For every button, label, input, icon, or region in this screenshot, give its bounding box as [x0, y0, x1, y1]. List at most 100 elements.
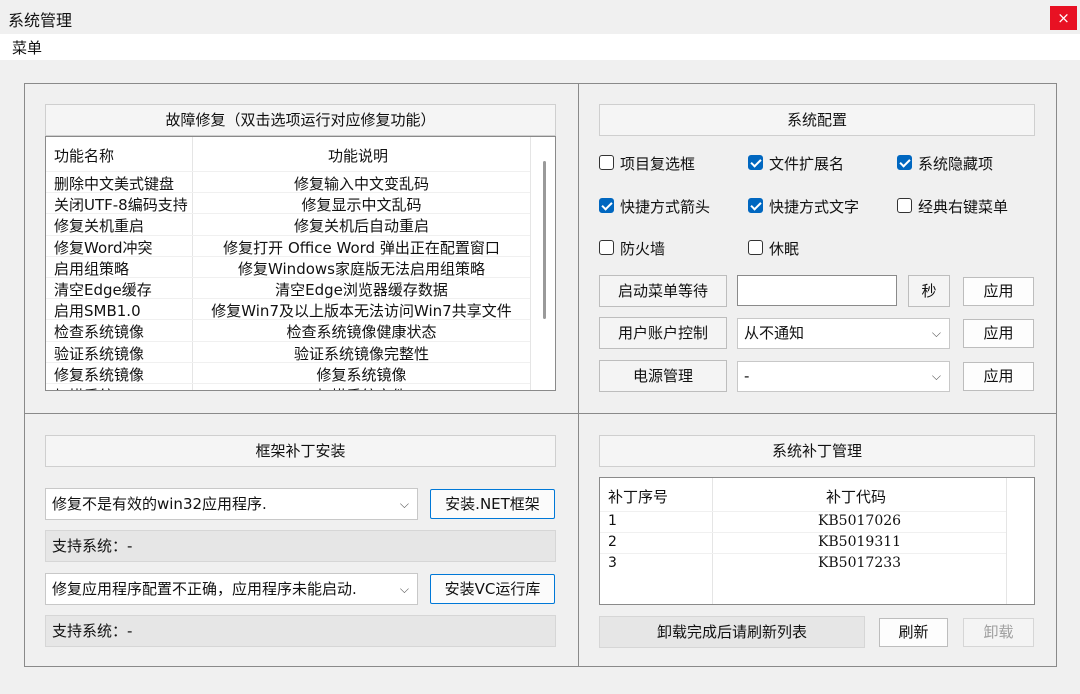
checkbox-unchecked-icon[interactable]	[897, 198, 912, 213]
checkbox-checked-icon[interactable]	[897, 155, 912, 170]
vertical-divider	[578, 83, 579, 667]
repair-row-name: 修复系统镜像	[54, 365, 145, 384]
power-select-value: -	[744, 367, 750, 385]
table-row[interactable]: 启用组策略 修复Windows家庭版无法启用组策略	[46, 255, 530, 278]
checkbox-label: 快捷方式文字	[769, 198, 860, 216]
chevron-down-icon: ⌵	[931, 369, 941, 383]
startup-wait-button[interactable]: 启动菜单等待	[599, 275, 727, 307]
repair-row-desc: 扫描系统文件	[193, 385, 530, 390]
close-button[interactable]: ×	[1050, 6, 1077, 30]
table-row[interactable]: 修复Word冲突 修复打开 Office Word 弹出正在配置窗口	[46, 234, 530, 257]
patch-row-code: KB5017026	[817, 513, 902, 529]
table-row[interactable]: 检查系统镜像 检查系统镜像健康状态	[46, 319, 530, 342]
table-row[interactable]: 验证系统镜像 验证系统镜像完整性	[46, 340, 530, 363]
patch-status-label: 卸载完成后请刷新列表	[599, 616, 865, 648]
checkbox-checked-icon[interactable]	[748, 155, 763, 170]
power-button[interactable]: 电源管理	[599, 360, 727, 392]
startup-apply-button[interactable]: 应用	[963, 277, 1034, 306]
net-select-value: 修复不是有效的win32应用程序.	[52, 495, 267, 513]
vc-select-value: 修复应用程序配置不正确，应用程序未能启动.	[52, 580, 357, 598]
checkbox-label: 系统隐藏项	[918, 155, 994, 173]
repair-row-name: 检查系统镜像	[54, 323, 145, 342]
startup-wait-input[interactable]	[737, 275, 897, 306]
column-separator	[1006, 478, 1007, 604]
repair-col-desc: 功能说明	[328, 147, 389, 165]
patch-col-code: 补丁代码	[826, 488, 887, 506]
config-header: 系统配置	[599, 104, 1035, 136]
repair-row-name: 关闭UTF-8编码支持	[54, 196, 188, 215]
checkbox-unchecked-icon[interactable]	[748, 240, 763, 255]
table-row[interactable]: 2 KB5019311	[600, 532, 1006, 553]
repair-row-name: 删除中文美式键盘	[54, 175, 175, 193]
checkbox-label: 文件扩展名	[769, 155, 845, 173]
table-row[interactable]: 修复关机重启 修复关机后自动重启	[46, 213, 530, 236]
checkbox-label: 快捷方式箭头	[620, 198, 711, 216]
net-support-label: 支持系统：-	[45, 530, 556, 562]
power-apply-button[interactable]: 应用	[963, 362, 1034, 391]
uac-select[interactable]: 从不通知 ⌵	[737, 318, 950, 349]
patch-list[interactable]: 补丁序号 补丁代码 1 KB5017026 2 KB5019311 3 KB5017233	[599, 477, 1035, 605]
checkbox-label: 休眠	[769, 240, 800, 258]
patch-row-code: KB5019311	[817, 534, 902, 550]
chevron-down-icon: ⌵	[399, 497, 409, 511]
install-vc-button[interactable]: 安装VC运行库	[430, 574, 555, 604]
patch-row-seq: 2	[608, 534, 617, 550]
title-bar: 系统管理 ×	[0, 0, 1080, 34]
repair-row-name: 修复关机重启	[54, 217, 145, 236]
scrollbar-thumb[interactable]	[543, 161, 546, 319]
patch-row-code: KB5017233	[817, 555, 902, 571]
repair-row-name: 验证系统镜像	[54, 344, 145, 363]
repair-row-desc: 修复打开 Office Word 弹出正在配置窗口	[223, 238, 500, 257]
table-row[interactable]: 启用SMB1.0 修复Win7及以上版本无法访问Win7共享文件	[46, 298, 530, 321]
table-row[interactable]: 清空Edge缓存 清空Edge浏览器缓存数据	[46, 277, 530, 299]
column-separator	[530, 137, 531, 390]
repair-row-desc: 修复关机后自动重启	[293, 217, 429, 236]
uac-button[interactable]: 用户账户控制	[599, 317, 727, 349]
checkbox-label: 项目复选框	[620, 155, 696, 173]
patch-row-seq: 3	[608, 555, 617, 571]
refresh-button[interactable]: 刷新	[879, 618, 948, 647]
table-row[interactable]: 3 KB5017233	[600, 553, 1006, 574]
repair-row-name: 启用组策略	[54, 259, 130, 278]
checkbox-unchecked-icon[interactable]	[599, 155, 614, 170]
table-row[interactable]: 扫描系统 扫描系统文件	[46, 383, 530, 390]
repair-row-desc: 检查系统镜像健康状态	[286, 323, 437, 342]
chevron-down-icon: ⌵	[399, 582, 409, 596]
menu-bar: 菜单	[0, 34, 1080, 60]
chevron-down-icon: ⌵	[931, 326, 941, 340]
install-net-button[interactable]: 安装.NET框架	[430, 489, 555, 519]
uninstall-button[interactable]: 卸载	[963, 618, 1034, 647]
repair-col-name: 功能名称	[54, 147, 115, 165]
table-row[interactable]: 删除中文美式键盘 修复输入中文变乱码	[46, 171, 530, 193]
repair-row-desc: 修复Windows家庭版无法启用组策略	[238, 259, 485, 278]
repair-row-name: 清空Edge缓存	[54, 281, 152, 299]
repair-row-desc: 修复输入中文变乱码	[293, 175, 429, 193]
repair-list[interactable]: 功能名称 功能说明 删除中文美式键盘 修复输入中文变乱码 关闭UTF-8编码支持 修复…	[45, 136, 556, 391]
checkbox-unchecked-icon[interactable]	[599, 240, 614, 255]
menu-item-main[interactable]: 菜单	[12, 37, 42, 58]
checkbox-label: 经典右键菜单	[918, 198, 1009, 216]
repair-header: 故障修复（双击选项运行对应修复功能）	[45, 104, 556, 136]
window-title: 系统管理	[8, 11, 73, 30]
patch-row-seq: 1	[608, 513, 617, 529]
checkbox-checked-icon[interactable]	[599, 198, 614, 213]
power-select[interactable]: - ⌵	[737, 361, 950, 392]
net-select[interactable]: 修复不是有效的win32应用程序. ⌵	[45, 488, 418, 520]
repair-row-name: 修复Word冲突	[54, 238, 153, 257]
repair-row-desc: 验证系统镜像完整性	[293, 344, 429, 363]
table-row[interactable]: 关闭UTF-8编码支持 修复显示中文乱码	[46, 192, 530, 215]
seconds-unit-button[interactable]: 秒	[908, 275, 950, 307]
checkbox-checked-icon[interactable]	[748, 198, 763, 213]
checkbox-label: 防火墙	[620, 240, 666, 258]
repair-row-desc: 修复Win7及以上版本无法访问Win7共享文件	[211, 302, 512, 321]
patches-header: 系统补丁管理	[599, 435, 1035, 467]
uac-select-value: 从不通知	[744, 324, 805, 342]
repair-row-desc: 修复显示中文乱码	[301, 196, 422, 215]
vc-support-label: 支持系统：-	[45, 615, 556, 647]
table-row[interactable]: 修复系统镜像 修复系统镜像	[46, 361, 530, 384]
patch-col-seq: 补丁序号	[608, 488, 669, 506]
vc-select[interactable]: 修复应用程序配置不正确，应用程序未能启动. ⌵	[45, 573, 418, 605]
repair-row-name: 启用SMB1.0	[54, 302, 141, 321]
table-row[interactable]: 1 KB5017026	[600, 511, 1006, 532]
uac-apply-button[interactable]: 应用	[963, 319, 1034, 348]
